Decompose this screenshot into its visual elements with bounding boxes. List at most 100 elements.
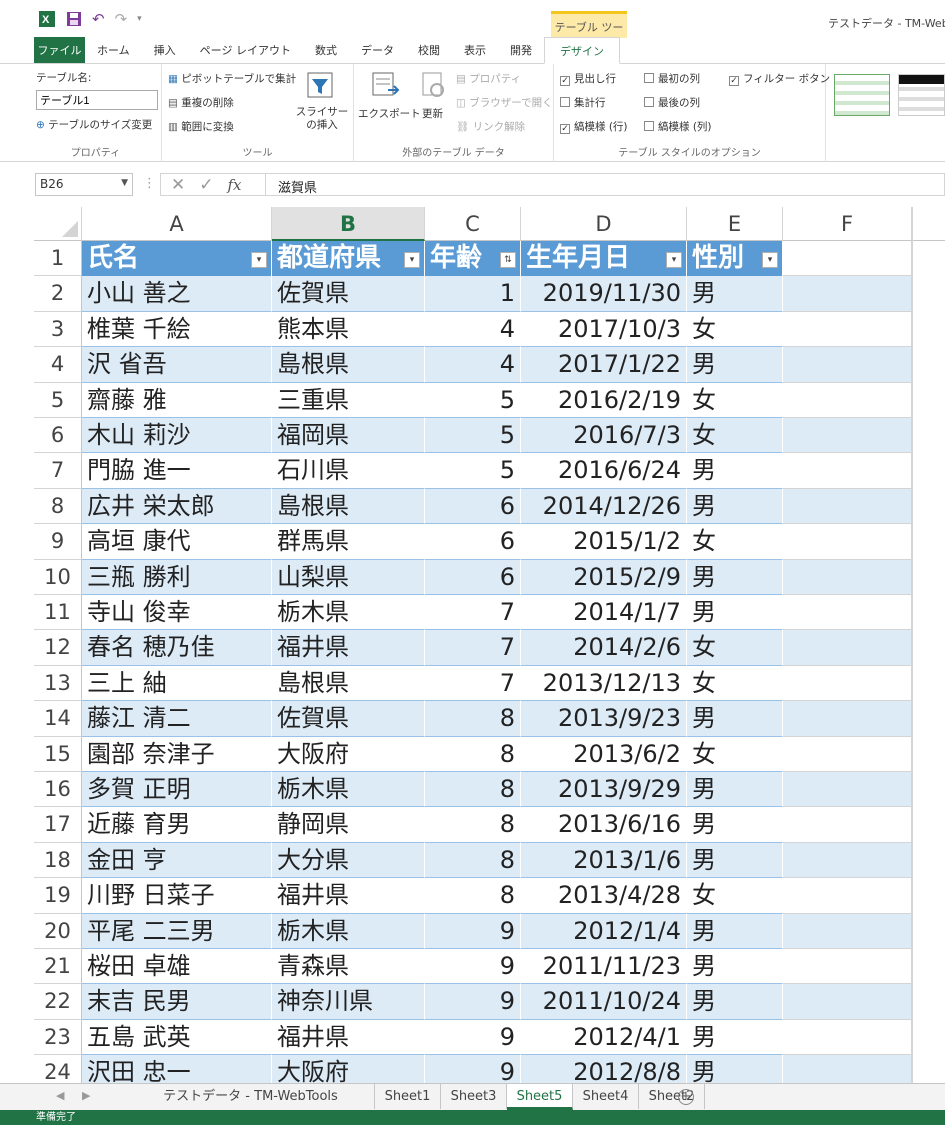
- table-cell[interactable]: 男: [687, 984, 783, 1020]
- sheet-tab[interactable]: テストデータ - TM-WebTools: [127, 1084, 375, 1109]
- sheet-tab[interactable]: Sheet4: [573, 1084, 639, 1109]
- table-cell[interactable]: 男: [687, 701, 783, 737]
- table-cell[interactable]: 男: [687, 559, 783, 595]
- table-cell[interactable]: 桜田 卓雄: [82, 949, 272, 985]
- select-all-corner[interactable]: [34, 207, 82, 241]
- table-cell[interactable]: 静岡県: [272, 807, 425, 843]
- empty-cell[interactable]: [783, 559, 912, 595]
- table-style-thumb-green[interactable]: [834, 74, 890, 116]
- row-header[interactable]: 4: [34, 347, 82, 383]
- first-column-checkbox[interactable]: 最初の列: [644, 71, 700, 86]
- table-cell[interactable]: 2017/10/3: [521, 311, 687, 348]
- table-header-cell[interactable]: 年齢 ⇅: [425, 241, 521, 277]
- column-header-E[interactable]: E: [687, 207, 783, 241]
- table-cell[interactable]: 群馬県: [272, 524, 425, 560]
- table-cell[interactable]: 男: [687, 595, 783, 631]
- table-cell[interactable]: 2013/6/2: [521, 736, 687, 772]
- table-cell[interactable]: 大阪府: [272, 736, 425, 772]
- row-header[interactable]: 14: [34, 701, 82, 737]
- table-cell[interactable]: 2012/1/4: [521, 913, 687, 949]
- column-header-D[interactable]: D: [521, 207, 687, 241]
- sheet-tab[interactable]: Sheet5: [507, 1084, 573, 1110]
- table-cell[interactable]: 女: [687, 736, 783, 772]
- table-cell[interactable]: 5: [425, 382, 521, 418]
- table-cell[interactable]: 2011/10/24: [521, 984, 687, 1020]
- empty-cell[interactable]: [783, 630, 912, 666]
- table-cell[interactable]: 2016/7/3: [521, 418, 687, 454]
- table-cell[interactable]: 1: [425, 276, 521, 312]
- table-cell[interactable]: 9: [425, 913, 521, 949]
- table-cell[interactable]: 藤江 清二: [82, 701, 272, 737]
- table-cell[interactable]: 2012/8/8: [521, 1055, 687, 1083]
- empty-cell[interactable]: [783, 807, 912, 843]
- column-header-A[interactable]: A: [82, 207, 272, 241]
- table-cell[interactable]: 4: [425, 311, 521, 348]
- row-header[interactable]: 16: [34, 772, 82, 808]
- table-cell[interactable]: 8: [425, 701, 521, 737]
- table-cell[interactable]: 石川県: [272, 453, 425, 489]
- table-cell[interactable]: 2019/11/30: [521, 276, 687, 312]
- table-cell[interactable]: 男: [687, 842, 783, 879]
- filter-button-checkbox[interactable]: ✓ フィルター ボタン: [729, 71, 830, 86]
- table-cell[interactable]: 島根県: [272, 665, 425, 702]
- table-cell[interactable]: 2015/2/9: [521, 559, 687, 595]
- table-cell[interactable]: 寺山 俊幸: [82, 595, 272, 631]
- table-cell[interactable]: 8: [425, 842, 521, 879]
- table-cell[interactable]: 熊本県: [272, 311, 425, 348]
- empty-cell[interactable]: [783, 878, 912, 914]
- empty-cell[interactable]: [783, 772, 912, 808]
- table-cell[interactable]: 近藤 育男: [82, 807, 272, 843]
- table-cell[interactable]: 2011/11/23: [521, 949, 687, 985]
- table-cell[interactable]: 7: [425, 665, 521, 702]
- table-cell[interactable]: 2016/6/24: [521, 453, 687, 489]
- cancel-icon[interactable]: ✕: [171, 175, 185, 195]
- table-cell[interactable]: 女: [687, 382, 783, 418]
- empty-cell[interactable]: [783, 736, 912, 772]
- table-cell[interactable]: 6: [425, 524, 521, 560]
- table-cell[interactable]: 福井県: [272, 878, 425, 914]
- table-cell[interactable]: 三上 紬: [82, 665, 272, 702]
- table-cell[interactable]: 大分県: [272, 842, 425, 879]
- export-icon[interactable]: [370, 70, 400, 100]
- table-cell[interactable]: 島根県: [272, 347, 425, 383]
- insert-function-icon[interactable]: fx: [228, 176, 242, 194]
- table-cell[interactable]: 女: [687, 418, 783, 454]
- row-header[interactable]: 23: [34, 1019, 82, 1056]
- table-cell[interactable]: 2014/1/7: [521, 595, 687, 631]
- table-cell[interactable]: 8: [425, 772, 521, 808]
- convert-to-range-button[interactable]: ▥ 範囲に変換: [168, 119, 234, 134]
- filter-dropdown-icon[interactable]: ▾: [762, 252, 778, 268]
- row-header[interactable]: 3: [34, 311, 82, 348]
- table-cell[interactable]: 8: [425, 736, 521, 772]
- filter-dropdown-icon[interactable]: ▾: [251, 252, 267, 268]
- table-cell[interactable]: 男: [687, 913, 783, 949]
- table-cell[interactable]: 大阪府: [272, 1055, 425, 1083]
- row-header[interactable]: 24: [34, 1055, 82, 1083]
- tab-page-layout[interactable]: ページ レイアウト: [188, 37, 303, 63]
- row-header[interactable]: 9: [34, 524, 82, 560]
- resize-table-button[interactable]: ⊕ テーブルのサイズ変更: [36, 117, 152, 132]
- row-header[interactable]: 20: [34, 913, 82, 949]
- spreadsheet-grid[interactable]: A B C D E F 1 氏名 ▾ 都道府県 ▾ 年齢 ⇅ 生年月日 ▾ 性別 ▾ 2 小山 善之 佐賀県 1 2019…: [0, 207, 945, 1083]
- prev-sheet-icon[interactable]: ◀: [56, 1089, 64, 1102]
- table-cell[interactable]: 9: [425, 1019, 521, 1056]
- table-cell[interactable]: 2017/1/22: [521, 347, 687, 383]
- row-header[interactable]: 12: [34, 630, 82, 666]
- empty-cell[interactable]: [783, 276, 912, 312]
- sheet-tab[interactable]: Sheet1: [375, 1084, 441, 1109]
- banded-rows-checkbox[interactable]: ✓ 縞模様 (行): [560, 119, 628, 134]
- table-cell[interactable]: 男: [687, 488, 783, 525]
- sheet-tab[interactable]: Sheet3: [441, 1084, 507, 1109]
- row-header[interactable]: 13: [34, 665, 82, 702]
- table-header-cell[interactable]: 性別 ▾: [687, 241, 783, 277]
- table-cell[interactable]: 6: [425, 559, 521, 595]
- empty-cell[interactable]: [783, 382, 912, 418]
- tab-design[interactable]: デザイン: [543, 37, 620, 64]
- save-icon[interactable]: [66, 10, 82, 28]
- column-header-next[interactable]: [912, 207, 945, 241]
- chevron-down-icon[interactable]: ▼: [121, 178, 128, 188]
- row-header[interactable]: 8: [34, 488, 82, 525]
- table-cell[interactable]: 9: [425, 984, 521, 1020]
- sheet-tab[interactable]: Sheet2: [639, 1084, 705, 1109]
- tab-review[interactable]: 校閲: [406, 37, 452, 63]
